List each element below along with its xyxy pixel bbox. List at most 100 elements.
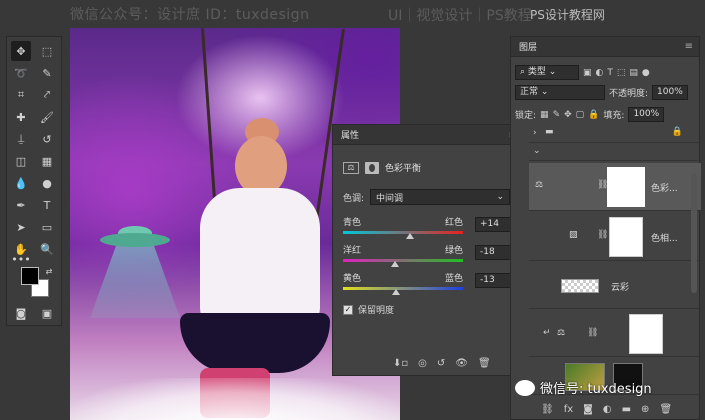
filter-shape-icon[interactable]: ⬚ — [617, 68, 626, 78]
slider-track[interactable] — [343, 259, 463, 267]
screen-mode-icon[interactable]: ▣ — [37, 303, 57, 323]
layer-mask-thumbnail[interactable] — [607, 167, 645, 207]
fx-icon[interactable]: fx — [564, 404, 573, 415]
preserve-luminosity-checkbox[interactable]: ✓ — [343, 304, 353, 315]
opacity-field[interactable]: 100% — [652, 85, 689, 100]
quick-mask-icon[interactable]: ◙ — [11, 303, 31, 323]
folder-icon: ▬ — [545, 127, 554, 137]
layer-group-row[interactable]: › ▬ 🔒 — [529, 125, 701, 143]
layers-panel-title: 图层 — [519, 43, 538, 53]
swap-colors-icon[interactable]: ⇄ — [43, 265, 55, 277]
slider-track[interactable] — [343, 231, 463, 239]
link-chain-icon: ⛓ — [587, 328, 599, 338]
lasso-tool-icon[interactable]: ➰ — [11, 63, 31, 83]
layer-name[interactable]: 云彩 — [611, 280, 629, 293]
link-chain-icon: ⛓ — [597, 230, 609, 240]
layer-row[interactable]: ↵ ⚖ ⛓ — [529, 311, 701, 357]
gradient-tool-icon[interactable]: ▦ — [37, 151, 57, 171]
healing-brush-tool-icon[interactable]: ✚ — [11, 107, 31, 127]
layer-row[interactable]: 云彩 — [529, 263, 701, 309]
properties-panel-header: 属性 ≡ — [333, 125, 523, 145]
visibility-eye-icon[interactable]: 👁 — [455, 358, 468, 369]
layer-mask-thumbnail[interactable] — [629, 314, 663, 354]
delete-icon[interactable]: 🗑 — [478, 358, 491, 369]
new-adjustment-icon[interactable]: ◐ — [603, 404, 612, 415]
filter-toggle-icon[interactable]: ● — [642, 68, 650, 78]
layer-name[interactable]: 色相... — [651, 231, 678, 244]
wechat-watermark: 微信号: tuxdesign — [515, 378, 652, 397]
path-select-tool-icon[interactable]: ➤ — [11, 217, 31, 237]
blur-tool-icon[interactable]: 💧 — [11, 173, 31, 193]
filter-pixel-icon[interactable]: ▣ — [583, 68, 592, 78]
move-tool-icon[interactable]: ✥ — [11, 41, 31, 61]
slider-value-field[interactable]: +14 — [475, 217, 511, 232]
foreground-color-swatch[interactable] — [21, 267, 39, 285]
tone-value: 中间调 — [376, 193, 404, 204]
layer-thumbnail[interactable] — [561, 279, 599, 293]
panel-menu-icon[interactable]: ≡ — [685, 41, 693, 52]
stamp-tool-icon[interactable]: ⍊ — [11, 129, 31, 149]
chevron-right-icon[interactable]: › — [533, 128, 537, 138]
hue-saturation-layer-icon: ▧ — [569, 230, 578, 240]
rectangle-tool-icon[interactable]: ▭ — [37, 217, 57, 237]
layer-mask-thumbnail[interactable] — [609, 217, 643, 257]
properties-panel: 属性 ≡ ⚖ 色彩平衡 色调: 中间调 ⌄ 青色红色 +14 洋红绿色 -18 … — [332, 124, 524, 376]
history-brush-tool-icon[interactable]: ↺ — [37, 129, 57, 149]
type-tool-icon[interactable]: T — [37, 195, 57, 215]
search-icon: ⌕ — [520, 67, 528, 77]
more-tools-icon[interactable]: ••• — [11, 253, 31, 266]
blend-mode-select[interactable]: 正常 ⌄ — [515, 85, 605, 100]
eyedropper-tool-icon[interactable]: ⤤ — [37, 85, 57, 105]
dodge-tool-icon[interactable]: ● — [37, 173, 57, 193]
fill-field[interactable]: 100% — [628, 107, 665, 122]
pen-tool-icon[interactable]: ✒ — [11, 195, 31, 215]
eraser-tool-icon[interactable]: ◫ — [11, 151, 31, 171]
slider-value-field[interactable]: -18 — [475, 245, 511, 260]
tone-select[interactable]: 中间调 ⌄ — [370, 189, 511, 205]
color-balance-icon[interactable]: ⚖ — [343, 161, 359, 174]
wechat-icon — [515, 379, 535, 396]
lock-artboard-icon[interactable]: ▢ — [576, 110, 585, 120]
layer-name[interactable]: 色彩... — [651, 181, 678, 194]
slider-right-label: 绿色 — [444, 246, 463, 256]
slider-thumb[interactable] — [390, 261, 399, 267]
slider-value-field[interactable]: -13 — [475, 273, 511, 288]
layers-footer: ⛓ fx ◙ ◐ ▬ ⊕ 🗑 — [541, 404, 672, 415]
brush-tool-icon[interactable]: 🖌 — [37, 107, 57, 127]
lock-transparent-icon[interactable]: ▦ — [540, 110, 549, 120]
view-previous-icon[interactable]: ◎ — [418, 358, 427, 369]
layers-scrollbar[interactable] — [691, 173, 697, 293]
layer-mask-icon[interactable] — [365, 161, 379, 174]
layer-row[interactable]: ▧ ⛓ 色相... — [529, 213, 701, 261]
opacity-label: 不透明度: — [609, 89, 649, 99]
chevron-down-icon[interactable]: ⌄ — [533, 146, 541, 156]
layer-row[interactable]: ⚖ ⛓ 色彩... — [529, 163, 701, 211]
crop-tool-icon[interactable]: ⌗ — [11, 85, 31, 105]
new-layer-icon[interactable]: ⊕ — [641, 404, 649, 415]
link-layers-icon[interactable]: ⛓ — [541, 404, 554, 415]
marquee-tool-icon[interactable]: ⬚ — [37, 41, 57, 61]
lock-all-icon[interactable]: 🔒 — [588, 110, 599, 120]
quick-select-tool-icon[interactable]: ✎ — [37, 63, 57, 83]
filter-adjustment-icon[interactable]: ◐ — [596, 68, 604, 78]
slider-track[interactable] — [343, 287, 463, 295]
layer-filter-select[interactable]: ⌕ 类型 ⌄ — [515, 65, 579, 80]
lock-position-icon[interactable]: ✥ — [564, 110, 572, 120]
filter-type-icon[interactable]: T — [607, 68, 613, 78]
lock-icon: 🔒 — [671, 127, 683, 137]
wechat-text: 微信号: tuxdesign — [540, 382, 652, 397]
layer-group-open-row[interactable]: ⌄ — [529, 143, 701, 161]
filter-smart-object-icon[interactable]: ▤ — [629, 68, 638, 78]
reset-icon[interactable]: ↺ — [437, 358, 445, 369]
zoom-tool-icon[interactable]: 🔍 — [37, 239, 57, 259]
new-group-icon[interactable]: ▬ — [622, 404, 631, 415]
fill-label: 填充: — [603, 111, 625, 121]
lock-image-icon[interactable]: ✎ — [553, 110, 561, 120]
slider-thumb[interactable] — [405, 233, 414, 239]
slider-thumb[interactable] — [392, 289, 401, 295]
properties-panel-title: 属性 — [341, 131, 360, 141]
add-mask-icon[interactable]: ◙ — [583, 404, 593, 415]
delete-layer-icon[interactable]: 🗑 — [659, 404, 672, 415]
clip-to-layer-icon[interactable]: ⬇▫ — [393, 358, 408, 369]
layer-filter-value: 类型 — [527, 67, 546, 77]
